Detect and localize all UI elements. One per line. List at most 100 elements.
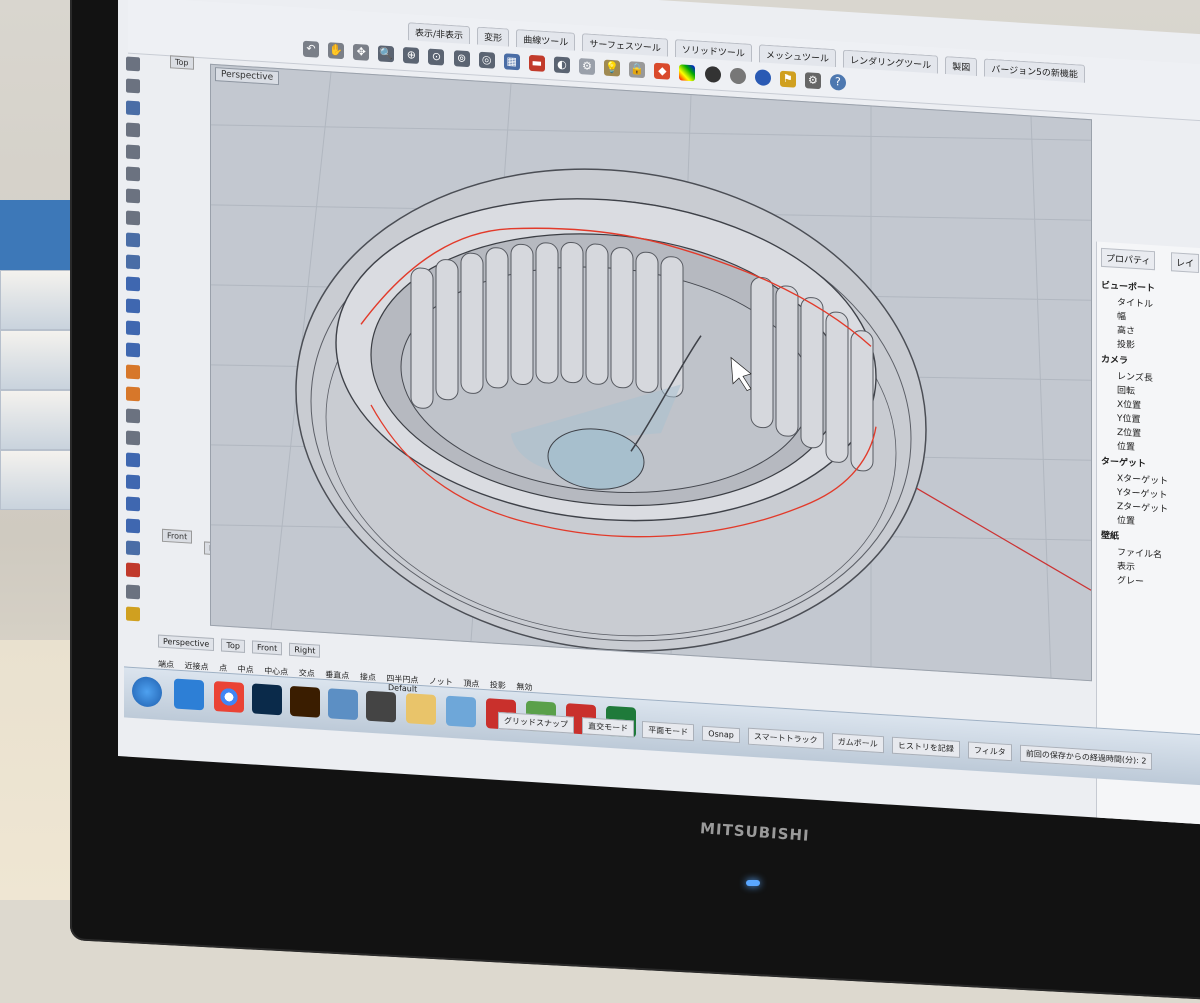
- ie-icon[interactable]: [174, 678, 204, 711]
- tab-render-tools[interactable]: レンダリングツール: [843, 49, 939, 74]
- arc-icon[interactable]: [126, 166, 140, 182]
- ortho-icon[interactable]: ◐: [553, 55, 570, 73]
- split-icon[interactable]: [126, 430, 140, 446]
- prop-width: 幅: [1117, 311, 1127, 323]
- options-gear-icon[interactable]: ⚙: [804, 71, 821, 89]
- prop-gray: グレー: [1117, 575, 1145, 588]
- prop-show: 表示: [1117, 561, 1136, 573]
- extrude-icon[interactable]: [126, 298, 140, 314]
- tab-perspective[interactable]: Perspective: [158, 634, 215, 652]
- start-button-icon[interactable]: [132, 675, 162, 708]
- polyline-icon[interactable]: [126, 100, 140, 116]
- lock-icon[interactable]: 🔒: [629, 60, 646, 78]
- prop-x: X位置: [1117, 399, 1142, 412]
- illustrator-icon[interactable]: [290, 685, 320, 718]
- left-toolbar: [124, 54, 162, 622]
- select-arrow-icon[interactable]: [126, 56, 140, 72]
- move-icon[interactable]: [126, 452, 140, 468]
- tab-front[interactable]: Front: [252, 640, 283, 656]
- points-on-icon[interactable]: [126, 562, 140, 578]
- analyze-icon[interactable]: [126, 584, 140, 600]
- section-viewport: ビューポート: [1101, 280, 1156, 295]
- trim-icon[interactable]: [126, 408, 140, 424]
- model-render: [211, 72, 1091, 678]
- prop-projection: 投影: [1117, 339, 1136, 351]
- tab-transform[interactable]: 変形: [477, 26, 510, 47]
- status-filter[interactable]: フィルタ: [967, 741, 1012, 762]
- section-camera: カメラ: [1101, 354, 1129, 367]
- status-planar[interactable]: 平面モード: [642, 720, 695, 742]
- document-icon[interactable]: [446, 695, 476, 728]
- tab-solid-tools[interactable]: ソリッドツール: [674, 39, 752, 62]
- bulb-icon[interactable]: 💡: [604, 59, 621, 77]
- shelf-blue-box: [0, 200, 80, 270]
- zoom-all-icon[interactable]: ◎: [478, 51, 495, 69]
- color-wheel-icon[interactable]: [679, 63, 696, 81]
- dimension-icon[interactable]: [126, 606, 140, 622]
- select-filter-icon[interactable]: ⚑: [779, 70, 796, 88]
- curve-icon[interactable]: [126, 122, 140, 138]
- four-viewports-icon[interactable]: ▦: [503, 52, 520, 70]
- tab-properties[interactable]: プロパティ: [1101, 247, 1156, 271]
- mirror-icon[interactable]: [126, 518, 140, 534]
- undo-icon[interactable]: ↶: [303, 40, 319, 58]
- status-ortho[interactable]: 直交モード: [582, 717, 635, 738]
- tab-drafting[interactable]: 製図: [945, 56, 978, 77]
- tab-curve-tools[interactable]: 曲線ツール: [516, 29, 576, 51]
- rhino-icon[interactable]: [366, 690, 396, 723]
- power-led: [746, 880, 760, 886]
- tab-top[interactable]: Top: [221, 638, 245, 653]
- tab-surface-tools[interactable]: サーフェスツール: [582, 33, 668, 57]
- tab-layers[interactable]: レイ: [1171, 252, 1200, 274]
- viewport-tabs: Perspective Top Front Right: [158, 629, 322, 658]
- array-icon[interactable]: [126, 540, 140, 556]
- material-icon[interactable]: ◆: [654, 62, 671, 80]
- explode-icon[interactable]: [126, 386, 140, 402]
- prop-z: Z位置: [1117, 427, 1142, 440]
- surface-icon[interactable]: [126, 276, 140, 292]
- scale-icon[interactable]: [126, 496, 140, 512]
- tab-right[interactable]: Right: [289, 642, 321, 658]
- photoshop-icon[interactable]: [252, 683, 282, 716]
- prop-position: 位置: [1117, 441, 1136, 453]
- monitor-screen: 表示/非表示 変形 曲線ツール サーフェスツール ソリッドツール メッシュツール…: [118, 0, 1200, 826]
- tab-mesh-tools[interactable]: メッシュツール: [759, 44, 837, 68]
- help-icon[interactable]: ?: [829, 73, 846, 91]
- prop-y: Y位置: [1117, 413, 1141, 426]
- layer-indicator[interactable]: Default: [388, 683, 417, 694]
- box-icon[interactable]: [126, 320, 140, 336]
- status-gumball[interactable]: ガムボール: [831, 732, 884, 754]
- tab-show-hide[interactable]: 表示/非表示: [408, 22, 471, 45]
- prop-title: タイトル: [1117, 297, 1154, 311]
- zoom-window-icon[interactable]: ⊕: [403, 46, 420, 64]
- pan-hand-icon[interactable]: ✋: [328, 41, 345, 59]
- circle-icon[interactable]: [126, 144, 140, 160]
- tab-whats-new[interactable]: バージョン5の新機能: [984, 58, 1085, 83]
- point-icon[interactable]: [126, 78, 140, 94]
- viewport-top-label[interactable]: Top: [170, 55, 194, 70]
- rotate-view-icon[interactable]: ✥: [353, 43, 370, 61]
- rotate-icon[interactable]: [126, 474, 140, 490]
- gear-icon[interactable]: ⚙: [579, 57, 596, 75]
- status-osnap[interactable]: Osnap: [702, 725, 740, 744]
- fillet-icon[interactable]: [126, 232, 140, 248]
- folder-icon[interactable]: [406, 693, 436, 726]
- shaded-sphere-icon[interactable]: [704, 65, 721, 83]
- sphere-icon[interactable]: [126, 342, 140, 358]
- polygon-icon[interactable]: [126, 210, 140, 226]
- boolean-icon[interactable]: [126, 364, 140, 380]
- ghost-sphere-icon[interactable]: [729, 66, 746, 84]
- perspective-viewport[interactable]: Perspective: [210, 63, 1092, 682]
- app-icon[interactable]: [328, 688, 358, 721]
- offset-icon[interactable]: [126, 254, 140, 270]
- prop-target-position: 位置: [1117, 515, 1136, 527]
- zoom-selected-icon[interactable]: ⊚: [453, 49, 470, 67]
- rectangle-icon[interactable]: [126, 188, 140, 204]
- car-icon[interactable]: ▬: [528, 54, 545, 72]
- viewport-front-label[interactable]: Front: [162, 528, 193, 544]
- zoom-extents-icon[interactable]: ⊙: [428, 48, 445, 66]
- zoom-icon[interactable]: 🔍: [378, 44, 395, 62]
- prop-height: 高さ: [1117, 325, 1136, 337]
- render-sphere-icon[interactable]: [754, 68, 771, 86]
- chrome-icon[interactable]: [214, 681, 244, 713]
